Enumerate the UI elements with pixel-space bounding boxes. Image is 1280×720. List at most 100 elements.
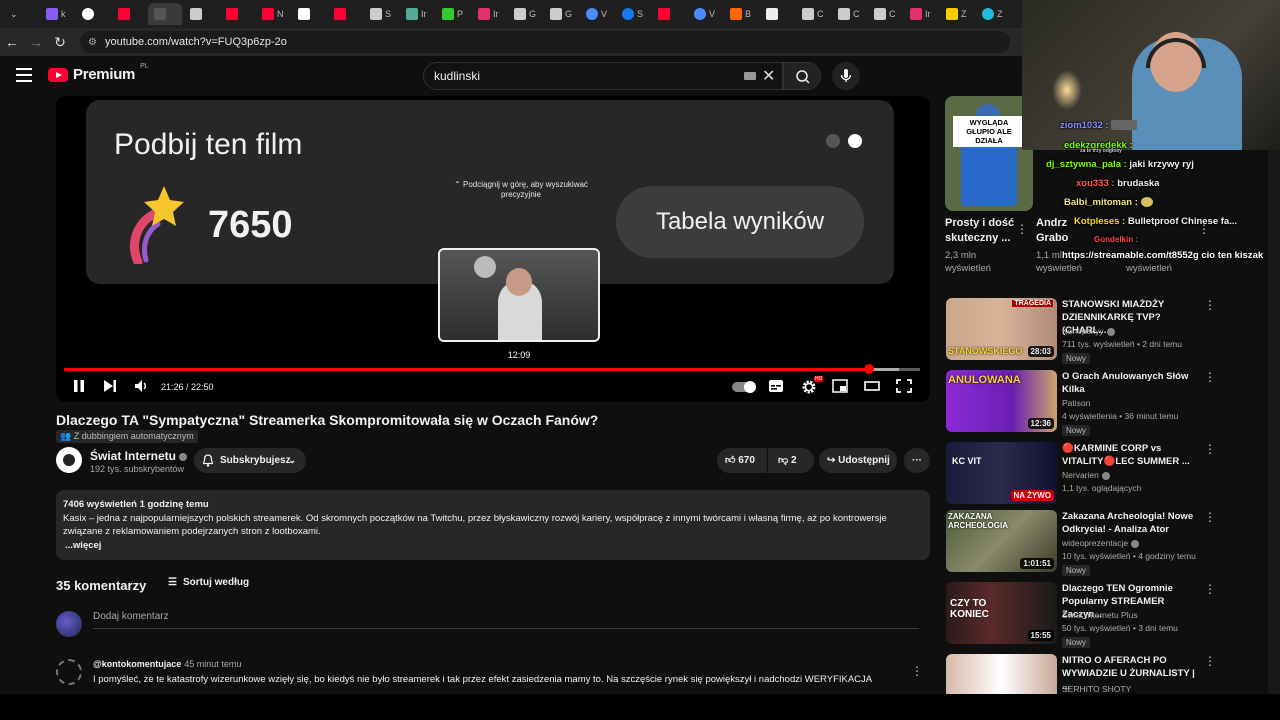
video-duration: 28:03 <box>1027 346 1054 357</box>
browser-tab[interactable]: k <box>40 3 74 25</box>
comment-author[interactable]: @kontokomentujace 45 minut temu <box>93 659 241 669</box>
theater-mode-icon[interactable] <box>864 379 880 393</box>
video-thumbnail[interactable]: CZY TO KONIEC 15:55 <box>946 582 1057 644</box>
page-scrollbar[interactable] <box>1268 150 1280 694</box>
short-thumbnail[interactable]: WYGLĄDA GŁUPIO ALE DZIAŁA <box>945 96 1033 211</box>
video-menu-icon[interactable]: ⋮ <box>1204 510 1216 524</box>
youtube-premium-logo[interactable]: Premium PL <box>48 63 149 83</box>
miniplayer-icon[interactable] <box>832 379 848 393</box>
search-button[interactable] <box>783 62 821 90</box>
browser-tab[interactable]: G <box>508 3 542 25</box>
recommended-video[interactable]: TRAGEDIA STANOWSKIEGO 28:03 STANOWSKI MI… <box>946 298 1226 364</box>
video-menu-icon[interactable]: ⋮ <box>1204 298 1216 312</box>
reload-icon[interactable]: ↻ <box>48 34 72 51</box>
browser-tab-active[interactable] <box>148 3 182 25</box>
recommended-video[interactable]: NITRO O AFERACH PO WYWIADZIE U ŻURNALIST… <box>946 654 1226 694</box>
short-menu-icon[interactable]: ⋮ <box>1016 222 1028 236</box>
browser-tab[interactable]: C <box>832 3 866 25</box>
new-badge: Nowy <box>1062 565 1091 576</box>
live-badge: NA ŻYWO <box>1010 490 1054 501</box>
search-input[interactable]: kudlinski <box>423 62 783 90</box>
video-thumbnail[interactable]: TRAGEDIA STANOWSKIEGO 28:03 <box>946 298 1057 360</box>
browser-tab[interactable]: Z <box>976 3 1010 25</box>
subscribed-button[interactable]: Subskrybujesz ⌄ <box>194 448 306 473</box>
channel-name: SERHITO SHOTY <box>1062 684 1132 694</box>
description-box[interactable]: 7406 wyświetleń 1 godzinę temu Kasix – j… <box>56 490 930 560</box>
more-actions-button[interactable]: ··· <box>904 448 930 473</box>
progress-scrubber[interactable] <box>863 364 874 374</box>
browser-tab[interactable]: P <box>436 3 470 25</box>
leaderboard-button[interactable]: Tabela wyników <box>616 186 864 258</box>
browser-tab[interactable] <box>220 3 254 25</box>
browser-tab[interactable] <box>184 3 218 25</box>
chat-emote <box>1111 120 1138 131</box>
video-thumbnail[interactable] <box>946 654 1057 694</box>
short-title[interactable]: Prosty i dość skuteczny ... <box>945 216 1014 246</box>
browser-tab[interactable]: N <box>256 3 290 25</box>
sort-comments-button[interactable]: ☰ Sortuj według <box>168 577 249 588</box>
browser-tab[interactable]: C <box>868 3 902 25</box>
site-info-icon[interactable]: ⚙ <box>88 37 97 48</box>
volume-icon[interactable] <box>134 379 150 393</box>
video-menu-icon[interactable]: ⋮ <box>1204 582 1216 596</box>
browser-tab[interactable]: C <box>796 3 830 25</box>
browser-tab[interactable]: Z <box>940 3 974 25</box>
back-arrow-icon[interactable]: ← <box>0 34 24 50</box>
browser-tab[interactable] <box>112 3 146 25</box>
next-video-icon[interactable] <box>103 379 117 393</box>
browser-tab[interactable]: V <box>580 3 614 25</box>
channel-name: Nervarien <box>1062 470 1110 480</box>
channel-name[interactable]: Świat Internetu <box>90 449 188 463</box>
forward-arrow-icon[interactable]: → <box>24 34 48 50</box>
video-player[interactable]: Podbij ten film 7650 Tabela wyników ⌃ Po… <box>56 96 930 402</box>
browser-tab[interactable] <box>76 3 110 25</box>
share-button[interactable]: ↪ Udostępnij <box>819 448 897 473</box>
browser-tab[interactable] <box>652 3 686 25</box>
recommended-video[interactable]: CZY TO KONIEC 15:55 Dlaczego TEN Ogromni… <box>946 582 1226 648</box>
browser-tab[interactable]: V <box>688 3 722 25</box>
browser-tab[interactable] <box>292 3 326 25</box>
browser-tab[interactable]: G <box>544 3 578 25</box>
pause-icon[interactable] <box>72 379 86 393</box>
pager-dot[interactable] <box>826 134 840 148</box>
hamburger-menu-icon[interactable] <box>16 68 32 82</box>
browser-tab[interactable]: Ir <box>472 3 506 25</box>
dislike-button[interactable]: 👎︎ 2 <box>768 448 814 473</box>
browser-tab[interactable]: B <box>724 3 758 25</box>
video-thumbnail[interactable]: KC VIT NA ŻYWO <box>946 442 1057 504</box>
browser-tab[interactable]: Ir <box>400 3 434 25</box>
video-menu-icon[interactable]: ⋮ <box>1204 654 1216 668</box>
recommended-video[interactable]: KC VIT NA ŻYWO 🔴KARMINE CORP vs VITALITY… <box>946 442 1226 504</box>
browser-tab[interactable] <box>760 3 794 25</box>
progress-bar[interactable] <box>64 364 920 374</box>
video-thumbnail[interactable]: ZAKAZANA ARCHEOLOGIA 1:01:51 <box>946 510 1057 572</box>
recommended-video[interactable]: ZAKAZANA ARCHEOLOGIA 1:01:51 Zakazana Ar… <box>946 510 1226 576</box>
address-bar[interactable]: ⚙ youtube.com/watch?v=FUQ3p6zp-2o <box>80 31 1010 53</box>
recommended-video[interactable]: ANULOWANA 12:36 O Grach Anulowanych Słów… <box>946 370 1226 436</box>
browser-tab[interactable]: Ir <box>904 3 938 25</box>
boost-card-title: Podbij ten film <box>114 128 303 161</box>
video-menu-icon[interactable]: ⋮ <box>1204 370 1216 384</box>
subtitles-icon[interactable] <box>768 379 784 393</box>
comments-count: 35 komentarzy <box>56 578 147 593</box>
like-button[interactable]: 👍︎ 670 <box>717 448 767 473</box>
show-more-link[interactable]: ...więcej <box>65 539 923 553</box>
video-thumbnail[interactable]: ANULOWANA 12:36 <box>946 370 1057 432</box>
browser-tab[interactable] <box>328 3 362 25</box>
tab-list-button[interactable]: ⌄ <box>4 3 38 25</box>
add-comment-input[interactable]: Dodaj komentarz <box>93 611 919 629</box>
chat-message: ziom1032 : <box>1060 120 1138 131</box>
channel-avatar[interactable] <box>56 447 82 473</box>
autoplay-toggle[interactable] <box>732 381 756 393</box>
keyboard-icon[interactable] <box>744 72 756 80</box>
voice-search-button[interactable] <box>832 62 860 90</box>
video-menu-icon[interactable]: ⋮ <box>1204 442 1216 456</box>
browser-tab[interactable]: S <box>616 3 650 25</box>
hd-badge: HD <box>814 376 824 382</box>
pager-dot-active[interactable] <box>848 134 862 148</box>
browser-tab[interactable]: S <box>364 3 398 25</box>
fullscreen-icon[interactable] <box>896 379 912 393</box>
clear-search-icon[interactable]: ✕ <box>762 66 775 86</box>
commenter-avatar[interactable] <box>56 659 82 685</box>
comment-menu-icon[interactable]: ⋮ <box>911 664 923 678</box>
